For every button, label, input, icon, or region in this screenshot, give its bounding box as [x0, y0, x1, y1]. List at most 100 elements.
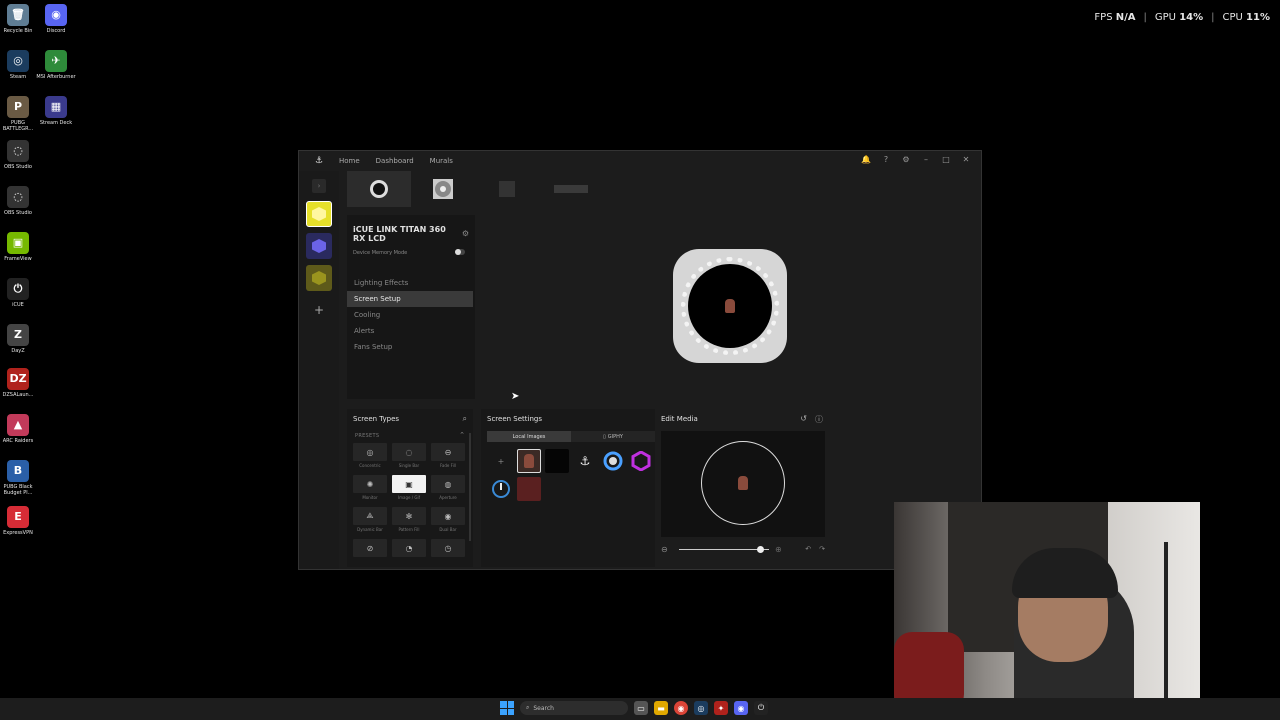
task-view-icon[interactable]: ▭: [634, 701, 648, 715]
rotate-right-icon[interactable]: ↷: [819, 545, 825, 553]
reset-icon[interactable]: ↺: [800, 414, 807, 425]
screen-type-icon: ⊖: [431, 443, 465, 461]
screen-type-option[interactable]: ✻ Pattern Fill: [392, 507, 426, 539]
app-icon: Z: [7, 324, 29, 346]
app-icon: ▦: [45, 96, 67, 118]
file-explorer-icon[interactable]: ▬: [654, 701, 668, 715]
info-icon[interactable]: ⓘ: [815, 414, 823, 425]
gear-icon[interactable]: ⚙: [901, 155, 911, 164]
hexagon-icon: [312, 207, 326, 221]
rgb-hex-icon: [631, 451, 651, 471]
app-icon[interactable]: ✦: [714, 701, 728, 715]
desktop-icon[interactable]: E ExpressVPN: [0, 506, 38, 536]
media-thumb-icue-ring[interactable]: [601, 449, 625, 473]
desktop-icon[interactable]: ▲ ARC Raiders: [0, 414, 38, 444]
desktop-icon[interactable]: ▦ Stream Deck: [36, 96, 76, 126]
media-thumb-gif-selected[interactable]: [517, 449, 541, 473]
screen-type-option[interactable]: ◎ Concentric: [353, 443, 387, 475]
screen-type-option[interactable]: ◷: [431, 539, 465, 571]
minimize-button[interactable]: –: [921, 155, 931, 164]
desktop-icon[interactable]: ▣ FrameView: [0, 232, 38, 262]
scrollbar[interactable]: [469, 433, 471, 541]
device-settings-icon[interactable]: ⚙: [462, 229, 469, 238]
add-device-button[interactable]: +: [306, 297, 332, 323]
device-hub-button[interactable]: [306, 233, 332, 259]
device-fan-button[interactable]: [306, 265, 332, 291]
zoom-slider-handle[interactable]: [757, 546, 764, 553]
tab-hub[interactable]: [475, 171, 539, 207]
app-icon: P: [7, 96, 29, 118]
memory-mode-toggle[interactable]: [455, 249, 465, 255]
device-tabs: [347, 171, 603, 207]
bell-icon[interactable]: 🔔: [861, 155, 871, 164]
rotate-left-icon[interactable]: ↶: [805, 545, 811, 553]
desktop-icon[interactable]: 🗑 Recycle Bin: [0, 4, 38, 34]
menu-item[interactable]: Screen Setup: [347, 291, 473, 307]
device-aio-button[interactable]: [306, 201, 332, 227]
expand-sidebar-button[interactable]: ›: [312, 179, 326, 193]
desktop-icon[interactable]: DZ DZSALaun...: [0, 368, 38, 398]
desktop-icon[interactable]: B PUBG Black Budget Pl...: [0, 460, 38, 496]
discord-icon[interactable]: ◉: [734, 701, 748, 715]
strip-icon: [554, 185, 588, 193]
help-icon[interactable]: ?: [881, 155, 891, 164]
desktop-icon[interactable]: ✈ MSI Afterburner: [36, 50, 76, 80]
tab-lcd-pump[interactable]: [347, 171, 411, 207]
screen-type-icon: ⟁: [353, 507, 387, 525]
desktop-icon[interactable]: ◉ Discord: [36, 4, 76, 34]
add-media-button[interactable]: +: [489, 449, 513, 473]
desktop-icon[interactable]: Z DayZ: [0, 324, 38, 354]
screen-type-option[interactable]: ⟁ Dynamic Bar: [353, 507, 387, 539]
windows-start-icon[interactable]: [500, 701, 514, 715]
screen-type-option[interactable]: ⊘: [353, 539, 387, 571]
edit-canvas[interactable]: [661, 431, 825, 537]
nav-dashboard[interactable]: Dashboard: [376, 157, 414, 165]
screen-type-option[interactable]: ◌ Single Bar: [392, 443, 426, 475]
screen-type-option[interactable]: ◔: [392, 539, 426, 571]
chevron-up-icon[interactable]: ⌃: [459, 431, 465, 439]
taskbar-search[interactable]: ⌕ Search: [520, 701, 628, 715]
close-button[interactable]: ✕: [961, 155, 971, 164]
media-thumb-rgb-hex[interactable]: [629, 449, 653, 473]
tab-strip[interactable]: [539, 171, 603, 207]
app-icon: E: [7, 506, 29, 528]
tab-local-images[interactable]: Local Images: [487, 431, 571, 442]
desktop-icon[interactable]: ◌ OBS Studio: [0, 186, 38, 216]
desktop-icon[interactable]: ◎ Steam: [0, 50, 38, 80]
zoom-slider-track[interactable]: [679, 549, 769, 550]
screen-type-option[interactable]: ⊖ Fade Fill: [431, 443, 465, 475]
pump-icon: [370, 180, 388, 198]
menu-item[interactable]: Alerts: [347, 323, 473, 339]
media-thumb-black[interactable]: [545, 449, 569, 473]
icue-window: ⚓ Home Dashboard Murals 🔔 ? ⚙ – □ ✕ › +: [298, 150, 982, 570]
icue-icon[interactable]: ⏻: [754, 701, 768, 715]
device-menu: Lighting Effects Screen Setup Cooling Alert…: [347, 275, 473, 355]
screen-type-option[interactable]: ◉ Dual Bar: [431, 507, 465, 539]
steam-icon[interactable]: ◎: [694, 701, 708, 715]
menu-item[interactable]: Fans Setup: [347, 339, 473, 355]
desktop-icon[interactable]: ◌ OBS Studio: [0, 140, 38, 170]
media-thumb-image[interactable]: [517, 477, 541, 501]
search-icon[interactable]: ⌕: [463, 414, 467, 424]
zoom-out-icon[interactable]: ⊖: [661, 545, 668, 554]
nav-murals[interactable]: Murals: [430, 157, 453, 165]
chrome-icon[interactable]: ◉: [674, 701, 688, 715]
screen-type-label: Image / Gif: [397, 495, 421, 500]
screen-type-option[interactable]: ✺ Monitor: [353, 475, 387, 507]
screen-type-option[interactable]: ▣ Image / Gif: [392, 475, 426, 507]
media-thumb-corsair-logo[interactable]: ⚓: [573, 449, 597, 473]
media-thumb-icue-power[interactable]: [489, 477, 513, 501]
screen-types-title: Screen Types: [353, 415, 400, 423]
menu-item[interactable]: Cooling: [347, 307, 473, 323]
tab-fan[interactable]: [411, 171, 475, 207]
desktop-icon[interactable]: ⏻ iCUE: [0, 278, 38, 308]
tab-giphy[interactable]: ▯ GIPHY: [571, 431, 655, 442]
screen-type-option[interactable]: ◍ Aperture: [431, 475, 465, 507]
zoom-in-icon[interactable]: ⊕: [775, 545, 782, 554]
screen-type-icon: ◍: [431, 475, 465, 493]
desktop-icon[interactable]: P PUBG BATTLEGR...: [0, 96, 38, 132]
maximize-button[interactable]: □: [941, 155, 951, 164]
menu-item[interactable]: Lighting Effects: [347, 275, 473, 291]
crop-circle[interactable]: [701, 441, 785, 525]
nav-home[interactable]: Home: [339, 157, 360, 165]
